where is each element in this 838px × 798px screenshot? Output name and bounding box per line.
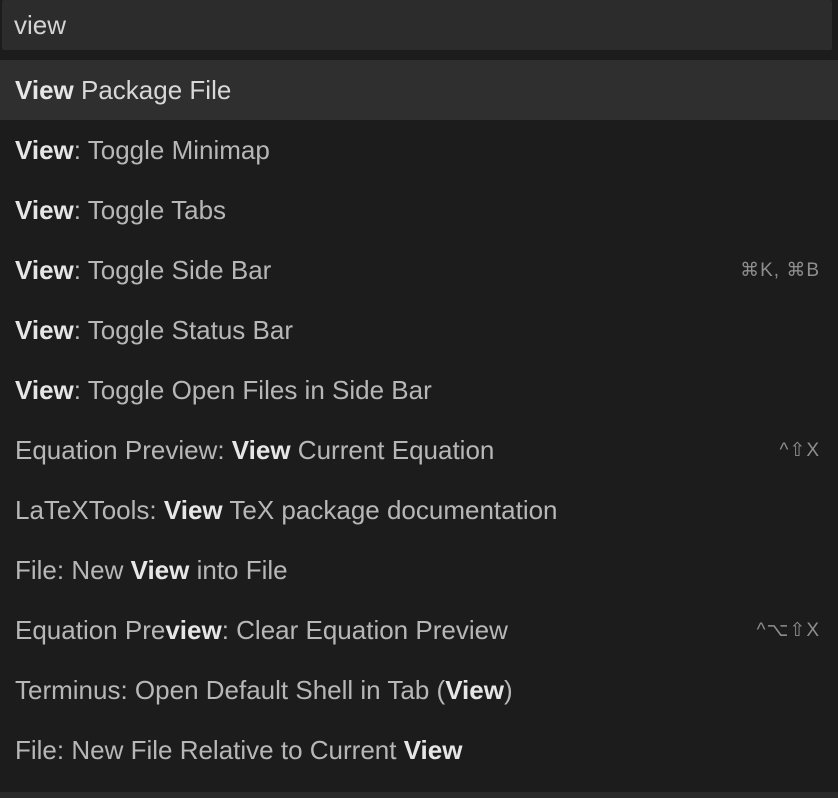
item-label: View: Toggle Tabs bbox=[15, 195, 820, 226]
list-item[interactable]: Equation Preview: View Current Equation … bbox=[0, 420, 838, 480]
list-item[interactable]: View: Toggle Minimap bbox=[0, 120, 838, 180]
list-item[interactable]: View: Toggle Open Files in Side Bar bbox=[0, 360, 838, 420]
item-match-text: view bbox=[165, 614, 222, 645]
item-text: LaTeXTools: bbox=[15, 494, 164, 525]
item-match-text: View bbox=[403, 734, 463, 765]
item-text: Equation Pre bbox=[15, 614, 166, 645]
list-item[interactable]: LaTeXTools: View TeX package documentati… bbox=[0, 480, 838, 540]
item-label: View Package File bbox=[15, 75, 820, 106]
list-item[interactable]: Terminus: Open Default Shell in Tab (Vie… bbox=[0, 660, 838, 720]
item-text: File: New bbox=[15, 554, 131, 585]
item-match-text: View bbox=[15, 254, 74, 285]
item-match-text: View bbox=[15, 194, 74, 225]
item-match-text: View bbox=[15, 314, 74, 345]
item-match-text: View bbox=[15, 74, 74, 105]
item-label: File: New File Relative to Current View bbox=[15, 735, 820, 766]
list-item[interactable]: View: Toggle Tabs bbox=[0, 180, 838, 240]
item-text: into File bbox=[189, 554, 288, 585]
item-text: : Toggle Minimap bbox=[73, 134, 270, 165]
bottom-edge bbox=[0, 792, 838, 798]
item-text: File: New File Relative to Current bbox=[15, 734, 404, 765]
item-text: : Toggle Status Bar bbox=[73, 314, 293, 345]
item-match-text: View bbox=[163, 494, 223, 525]
item-text: Current Equation bbox=[290, 434, 495, 465]
item-shortcut: ^⌥⇧X bbox=[756, 619, 820, 641]
item-label: File: New View into File bbox=[15, 555, 820, 586]
item-text: Terminus: Open Default Shell in Tab ( bbox=[15, 674, 446, 705]
item-label: View: Toggle Minimap bbox=[15, 135, 820, 166]
item-match-text: View bbox=[231, 434, 291, 465]
search-box[interactable] bbox=[2, 0, 832, 50]
list-item[interactable]: Equation Preview: Clear Equation Preview… bbox=[0, 600, 838, 660]
list-item[interactable]: View: Toggle Side Bar ⌘K, ⌘B bbox=[0, 240, 838, 300]
item-match-text: View bbox=[15, 374, 74, 405]
item-shortcut: ^⇧X bbox=[779, 439, 820, 461]
item-label: LaTeXTools: View TeX package documentati… bbox=[15, 495, 820, 526]
search-input[interactable] bbox=[14, 0, 832, 50]
item-text: : Clear Equation Preview bbox=[221, 614, 508, 645]
list-item[interactable]: View Package File bbox=[0, 60, 838, 120]
list-item[interactable]: File: New File Relative to Current View bbox=[0, 720, 838, 780]
item-label: View: Toggle Open Files in Side Bar bbox=[15, 375, 820, 406]
item-label: Terminus: Open Default Shell in Tab (Vie… bbox=[15, 675, 820, 706]
item-text: TeX package documentation bbox=[222, 494, 558, 525]
item-text: : Toggle Side Bar bbox=[73, 254, 272, 285]
item-text: Equation Preview: bbox=[15, 434, 232, 465]
item-match-text: View bbox=[445, 674, 504, 705]
item-match-text: View bbox=[130, 554, 190, 585]
command-palette: View Package File View: Toggle Minimap V… bbox=[0, 0, 838, 798]
item-match-text: View bbox=[15, 134, 74, 165]
list-item[interactable]: File: New View into File bbox=[0, 540, 838, 600]
item-text: ) bbox=[503, 674, 513, 705]
list-item[interactable]: View: Toggle Status Bar bbox=[0, 300, 838, 360]
item-label: View: Toggle Side Bar bbox=[15, 255, 740, 286]
item-text: Package File bbox=[73, 74, 232, 105]
item-label: Equation Preview: Clear Equation Preview bbox=[15, 615, 757, 646]
item-label: Equation Preview: View Current Equation bbox=[15, 435, 779, 466]
item-label: View: Toggle Status Bar bbox=[15, 315, 820, 346]
results-list: View Package File View: Toggle Minimap V… bbox=[0, 60, 838, 780]
item-text: : Toggle Open Files in Side Bar bbox=[73, 374, 432, 405]
item-shortcut: ⌘K, ⌘B bbox=[740, 259, 820, 281]
item-text: : Toggle Tabs bbox=[73, 194, 227, 225]
